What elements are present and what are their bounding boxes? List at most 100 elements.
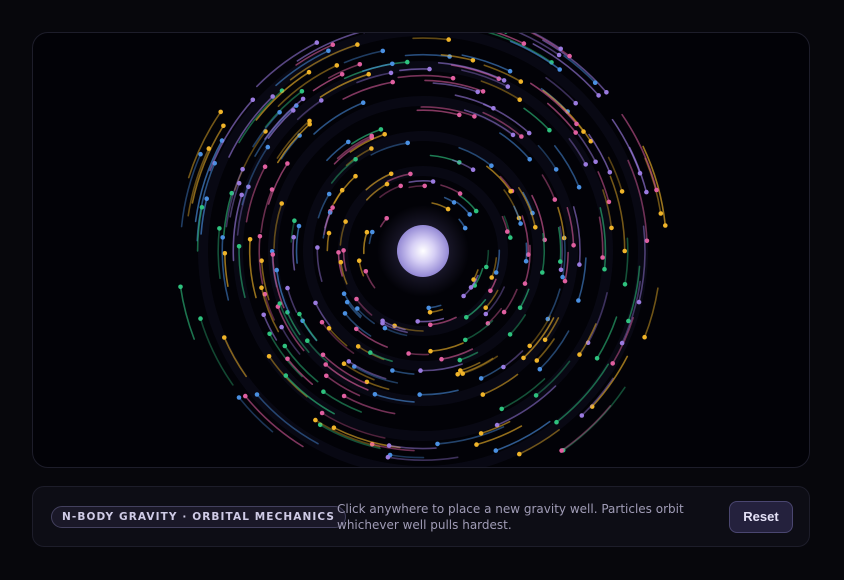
particle <box>370 229 375 235</box>
particle-trail <box>343 50 384 64</box>
particle <box>427 310 433 315</box>
particle <box>250 97 256 103</box>
particle <box>560 274 565 280</box>
particle <box>384 216 390 221</box>
particle <box>484 264 489 270</box>
particle <box>583 162 588 167</box>
particle <box>521 355 526 361</box>
particle <box>330 42 336 47</box>
particle <box>527 343 532 349</box>
particle <box>270 94 275 99</box>
particle <box>204 196 209 201</box>
particle-trail <box>416 317 445 323</box>
particle-trail <box>440 184 461 195</box>
particle <box>558 46 563 52</box>
particle <box>285 285 290 291</box>
particle-trail <box>217 227 221 280</box>
particle-trail <box>524 244 531 285</box>
particle <box>319 410 325 416</box>
particle <box>341 248 346 253</box>
particle <box>199 205 205 210</box>
particle <box>353 173 358 179</box>
particle <box>346 359 352 364</box>
particle <box>523 258 529 264</box>
particle <box>542 337 548 343</box>
particle <box>537 366 543 372</box>
particle <box>517 451 522 457</box>
particle-trail <box>643 287 659 338</box>
particle <box>422 183 428 189</box>
particle <box>341 291 347 297</box>
particle <box>478 376 484 381</box>
particle <box>356 258 362 263</box>
particle <box>320 352 326 358</box>
particle <box>483 311 489 317</box>
particle <box>577 262 582 267</box>
particle <box>519 134 524 139</box>
gravity-well <box>397 225 449 277</box>
particle <box>277 110 282 115</box>
particle <box>592 80 598 85</box>
particle <box>274 267 279 273</box>
particle <box>285 356 290 362</box>
particle <box>326 191 332 197</box>
particle <box>341 361 347 367</box>
particle <box>243 393 248 399</box>
particle <box>489 163 494 168</box>
particle <box>446 37 452 42</box>
particle-trail <box>397 74 454 79</box>
particle <box>380 318 385 324</box>
particle <box>368 350 373 355</box>
particle <box>480 392 486 397</box>
particle <box>622 282 628 287</box>
particle-field[interactable] <box>33 33 810 468</box>
particle <box>336 250 341 255</box>
particle-trail <box>180 153 202 228</box>
particle <box>517 97 522 102</box>
particle <box>609 225 614 231</box>
particle <box>508 235 513 240</box>
particle <box>604 90 609 95</box>
particle <box>390 368 395 373</box>
particle <box>534 358 540 363</box>
particle <box>218 109 223 115</box>
particle <box>518 221 523 226</box>
particle <box>330 205 335 210</box>
particle <box>369 146 374 151</box>
particle-trail <box>248 238 257 299</box>
particle <box>457 357 463 363</box>
particle <box>439 356 444 362</box>
particle <box>508 189 513 194</box>
particle <box>501 78 507 83</box>
particle <box>558 259 563 264</box>
particle <box>353 157 358 162</box>
particle <box>510 132 516 138</box>
particle-trail <box>487 307 502 325</box>
particle <box>357 62 363 67</box>
particle <box>282 343 288 349</box>
simulation-canvas[interactable] <box>32 32 810 468</box>
particle <box>470 167 476 172</box>
particle-trail <box>408 185 426 189</box>
particle <box>463 337 468 343</box>
particle <box>526 130 532 136</box>
particle <box>388 70 394 76</box>
particle <box>540 270 545 275</box>
particle <box>573 100 578 106</box>
particle-trail <box>521 215 530 256</box>
particle-trail <box>316 246 323 282</box>
particle <box>300 96 306 102</box>
particle <box>596 93 601 98</box>
particle <box>533 393 539 398</box>
particle <box>222 335 227 340</box>
particle <box>521 41 527 46</box>
particle <box>464 315 469 320</box>
particle <box>285 161 290 166</box>
particle <box>499 406 505 412</box>
particle <box>297 311 302 317</box>
particle <box>296 223 302 229</box>
particle <box>504 33 508 34</box>
particle <box>527 157 532 162</box>
particle <box>488 288 493 294</box>
reset-button[interactable]: Reset <box>729 501 793 533</box>
